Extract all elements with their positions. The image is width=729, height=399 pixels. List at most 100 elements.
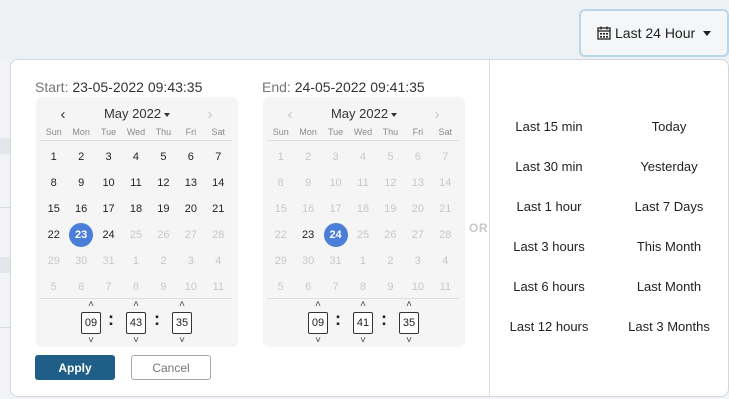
calendar-day[interactable]: 10 [322,170,349,196]
calendar-day[interactable]: 25 [349,222,376,248]
calendar-day[interactable]: 5 [267,274,294,300]
calendar-day[interactable]: 5 [150,144,177,170]
calendar-day[interactable]: 31 [322,248,349,274]
chevron-down-icon[interactable]: ˅ [399,336,419,346]
calendar-day[interactable]: 27 [177,222,204,248]
calendar-day[interactable]: 23 [294,222,321,248]
calendar-day[interactable]: 11 [349,170,376,196]
calendar-day[interactable]: 22 [40,222,67,248]
calendar-day[interactable]: 4 [122,144,149,170]
quick-range-last-month[interactable]: Last Month [614,279,724,294]
calendar-day[interactable]: 5 [40,274,67,300]
calendar-day[interactable]: 20 [404,196,431,222]
calendar-day[interactable]: 30 [294,248,321,274]
calendar-day[interactable]: 2 [150,248,177,274]
chevron-up-icon[interactable]: ˄ [81,300,101,310]
minute-field[interactable]: 41 [353,312,373,334]
calendar-day[interactable]: 24 [95,222,122,248]
calendar-day[interactable]: 15 [40,196,67,222]
chevron-down-icon[interactable]: ˅ [126,336,146,346]
minute-field[interactable]: 43 [126,312,146,334]
calendar-day[interactable]: 13 [404,170,431,196]
calendar-day[interactable]: 26 [377,222,404,248]
quick-range-last-7-days[interactable]: Last 7 Days [614,199,724,214]
quick-range-yesterday[interactable]: Yesterday [614,159,724,174]
second-field[interactable]: 35 [399,312,419,334]
calendar-day[interactable]: 6 [294,274,321,300]
calendar-day[interactable]: 9 [294,170,321,196]
calendar-day[interactable]: 19 [377,196,404,222]
quick-range-last-12-hours[interactable]: Last 12 hours [494,319,604,334]
quick-range-last-15-min[interactable]: Last 15 min [494,119,604,134]
calendar-day[interactable]: 1 [267,144,294,170]
calendar-day[interactable]: 8 [349,274,376,300]
quick-range-last-3-months[interactable]: Last 3 Months [614,319,724,334]
quick-range-last-30-min[interactable]: Last 30 min [494,159,604,174]
calendar-day[interactable]: 20 [177,196,204,222]
apply-button[interactable]: Apply [35,355,115,380]
calendar-day[interactable]: 22 [267,222,294,248]
calendar-day[interactable]: 7 [432,144,459,170]
chevron-right-icon[interactable]: › [428,105,446,123]
calendar-day[interactable]: 17 [322,196,349,222]
chevron-up-icon[interactable]: ˄ [308,300,328,310]
calendar-day[interactable]: 3 [95,144,122,170]
quick-range-last-3-hours[interactable]: Last 3 hours [494,239,604,254]
calendar-day[interactable]: 6 [67,274,94,300]
calendar-day[interactable]: 7 [322,274,349,300]
calendar-day[interactable]: 7 [95,274,122,300]
calendar-day[interactable]: 11 [432,274,459,300]
calendar-day[interactable]: 31 [95,248,122,274]
chevron-down-icon[interactable]: ˅ [172,336,192,346]
calendar-day[interactable]: 3 [177,248,204,274]
hour-field[interactable]: 09 [81,312,101,334]
calendar-day[interactable]: 18 [349,196,376,222]
calendar-day[interactable]: 29 [40,248,67,274]
calendar-day[interactable]: 2 [67,144,94,170]
calendar-day[interactable]: 11 [122,170,149,196]
calendar-day[interactable]: 1 [349,248,376,274]
calendar-day[interactable]: 3 [404,248,431,274]
calendar-day[interactable]: 4 [349,144,376,170]
calendar-day[interactable]: 29 [267,248,294,274]
calendar-day[interactable]: 28 [205,222,232,248]
calendar-day[interactable]: 4 [205,248,232,274]
calendar-day[interactable]: 5 [377,144,404,170]
calendar-day[interactable]: 25 [122,222,149,248]
date-range-button[interactable]: Last 24 Hour [579,9,729,57]
calendar-day[interactable]: 12 [150,170,177,196]
chevron-down-icon[interactable]: ˅ [308,336,328,346]
calendar-day[interactable]: 14 [205,170,232,196]
chevron-left-icon[interactable]: ‹ [54,105,72,123]
calendar-day[interactable]: 18 [122,196,149,222]
chevron-down-icon[interactable]: ˅ [353,336,373,346]
calendar-day[interactable]: 9 [150,274,177,300]
chevron-right-icon[interactable]: › [201,105,219,123]
calendar-day[interactable]: 9 [67,170,94,196]
calendar-day[interactable]: 10 [177,274,204,300]
calendar-day[interactable]: 14 [432,170,459,196]
calendar-day[interactable]: 19 [150,196,177,222]
chevron-up-icon[interactable]: ˄ [399,300,419,310]
calendar-day[interactable]: 28 [432,222,459,248]
chevron-up-icon[interactable]: ˄ [126,300,146,310]
calendar-day[interactable]: 6 [404,144,431,170]
calendar-day[interactable]: 4 [432,248,459,274]
calendar-day[interactable]: 26 [150,222,177,248]
calendar-day[interactable]: 10 [404,274,431,300]
calendar-day[interactable]: 3 [322,144,349,170]
chevron-down-icon[interactable]: ˅ [81,336,101,346]
calendar-day[interactable]: 8 [267,170,294,196]
calendar-day[interactable]: 7 [205,144,232,170]
calendar-day[interactable]: 1 [40,144,67,170]
calendar-day[interactable]: 10 [95,170,122,196]
calendar-day[interactable]: 23 [67,222,94,248]
calendar-day[interactable]: 1 [122,248,149,274]
chevron-left-icon[interactable]: ‹ [281,105,299,123]
quick-range-today[interactable]: Today [614,119,724,134]
calendar-day[interactable]: 8 [40,170,67,196]
chevron-up-icon[interactable]: ˄ [172,300,192,310]
calendar-day[interactable]: 27 [404,222,431,248]
quick-range-last-6-hours[interactable]: Last 6 hours [494,279,604,294]
calendar-day[interactable]: 16 [294,196,321,222]
